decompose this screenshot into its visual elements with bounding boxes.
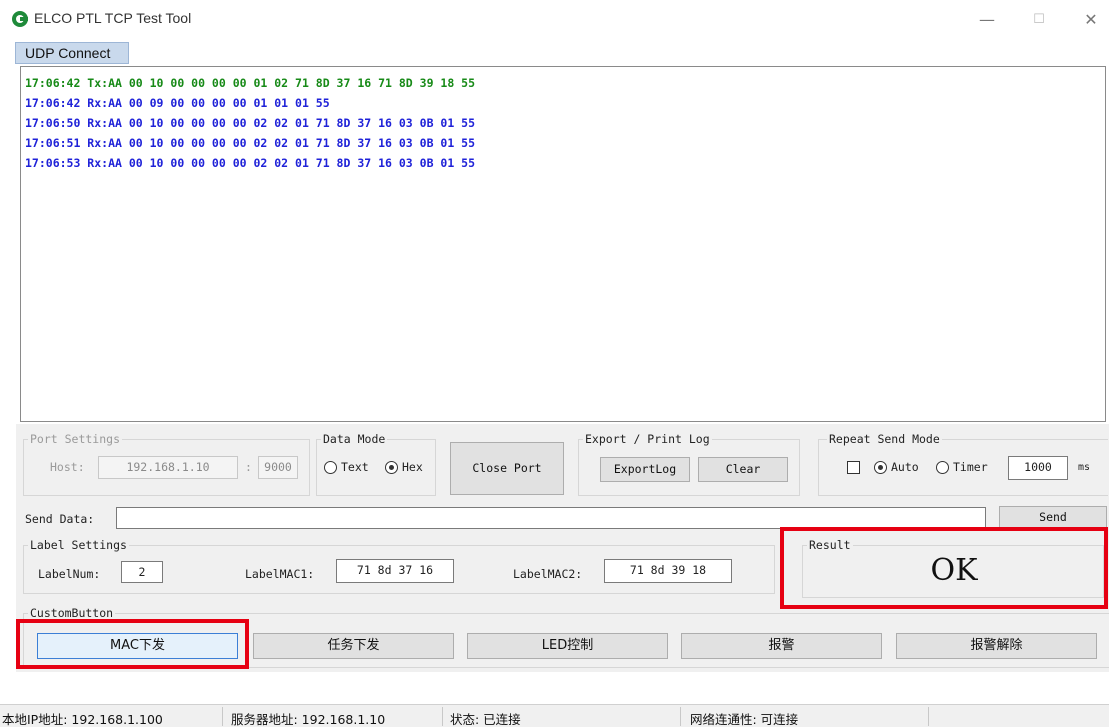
text-mode-label: Text bbox=[341, 460, 369, 474]
repeat-send-legend: Repeat Send Mode bbox=[829, 432, 940, 446]
interval-unit: ms bbox=[1078, 462, 1091, 473]
custom-button-legend: CustomButton bbox=[30, 606, 114, 620]
labelnum-label: LabelNum: bbox=[38, 567, 101, 581]
log-line: 17:06:42 Tx:AA 00 10 00 00 00 00 01 02 7… bbox=[25, 76, 476, 90]
text-mode-radio[interactable] bbox=[324, 461, 337, 474]
minimize-button[interactable]: — bbox=[972, 8, 1002, 32]
close-port-button[interactable]: Close Port bbox=[450, 442, 564, 495]
status-server-address: 服务器地址: 192.168.1.10 bbox=[231, 712, 386, 727]
labelmac1-label: LabelMAC1: bbox=[245, 567, 315, 581]
status-bar: 本地IP地址: 192.168.1.100 服务器地址: 192.168.1.1… bbox=[0, 704, 1109, 727]
send-data-label: Send Data: bbox=[25, 512, 95, 526]
window-title: ELCO PTL TCP Test Tool bbox=[34, 10, 192, 26]
export-log-button[interactable]: ExportLog bbox=[600, 457, 690, 482]
alarm-clear-button[interactable]: 报警解除 bbox=[896, 633, 1097, 659]
log-line: 17:06:53 Rx:AA 00 10 00 00 00 00 02 02 0… bbox=[25, 156, 476, 170]
status-connection-state: 状态: 已连接 bbox=[450, 712, 521, 727]
timer-label: Timer bbox=[953, 460, 988, 474]
status-network: 网络连通性: 可连接 bbox=[690, 712, 799, 727]
status-separator bbox=[222, 707, 223, 726]
alarm-button[interactable]: 报警 bbox=[681, 633, 882, 659]
log-textarea[interactable]: 17:06:42 Tx:AA 00 10 00 00 00 00 01 02 7… bbox=[20, 66, 1106, 422]
title-bar: ELCO PTL TCP Test Tool — ☐ ✕ bbox=[0, 0, 1109, 40]
label-settings-legend: Label Settings bbox=[30, 538, 127, 552]
hex-mode-radio[interactable] bbox=[385, 461, 398, 474]
send-data-input[interactable] bbox=[116, 507, 986, 529]
status-separator bbox=[680, 707, 681, 726]
data-mode-legend: Data Mode bbox=[323, 432, 386, 446]
port-colon: : bbox=[245, 460, 252, 474]
host-input[interactable]: 192.168.1.10 bbox=[98, 456, 238, 479]
labelmac2-input[interactable]: 71 8d 39 18 bbox=[604, 559, 732, 583]
timer-radio[interactable] bbox=[936, 461, 949, 474]
auto-label: Auto bbox=[891, 460, 919, 474]
port-input[interactable]: 9000 bbox=[258, 456, 298, 479]
clear-log-button[interactable]: Clear bbox=[698, 457, 788, 482]
hex-mode-label: Hex bbox=[402, 460, 423, 474]
status-local-ip: 本地IP地址: 192.168.1.100 bbox=[2, 712, 163, 727]
repeat-interval-input[interactable]: 1000 bbox=[1008, 456, 1068, 480]
status-separator bbox=[442, 707, 443, 726]
repeat-send-checkbox[interactable] bbox=[847, 461, 860, 474]
maximize-button[interactable]: ☐ bbox=[1024, 8, 1054, 32]
tab-udp-connect[interactable]: UDP Connect bbox=[15, 42, 129, 64]
send-button[interactable]: Send bbox=[999, 506, 1107, 529]
result-highlight-box bbox=[780, 527, 1108, 609]
auto-radio[interactable] bbox=[874, 461, 887, 474]
mac-button-highlight-box bbox=[16, 619, 249, 669]
log-line: 17:06:50 Rx:AA 00 10 00 00 00 00 02 02 0… bbox=[25, 116, 476, 130]
log-line: 17:06:51 Rx:AA 00 10 00 00 00 00 02 02 0… bbox=[25, 136, 476, 150]
app-logo-icon bbox=[12, 11, 28, 27]
labelnum-input[interactable]: 2 bbox=[121, 561, 163, 583]
status-separator bbox=[928, 707, 929, 726]
close-window-button[interactable]: ✕ bbox=[1076, 8, 1106, 32]
led-control-button[interactable]: LED控制 bbox=[467, 633, 668, 659]
port-settings-legend: Port Settings bbox=[30, 432, 121, 446]
export-log-legend: Export / Print Log bbox=[585, 432, 710, 446]
task-send-button[interactable]: 任务下发 bbox=[253, 633, 454, 659]
labelmac2-label: LabelMAC2: bbox=[513, 567, 583, 581]
host-label: Host: bbox=[50, 460, 85, 474]
log-line: 17:06:42 Rx:AA 00 09 00 00 00 00 01 01 0… bbox=[25, 96, 330, 110]
labelmac1-input[interactable]: 71 8d 37 16 bbox=[336, 559, 454, 583]
